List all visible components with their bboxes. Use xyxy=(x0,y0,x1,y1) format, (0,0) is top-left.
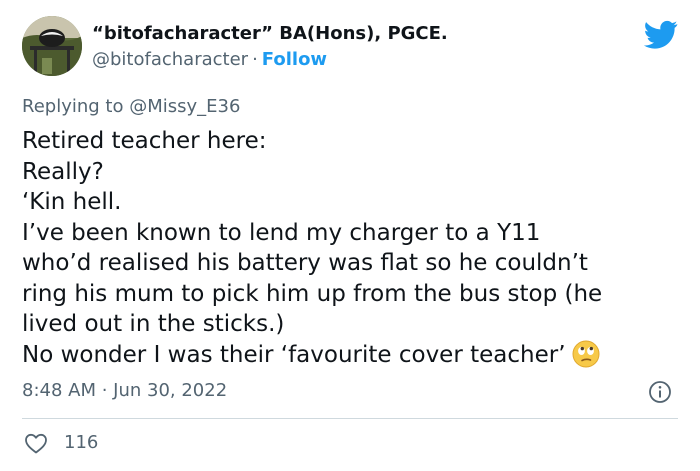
author-block: “bitofacharacter” BA(Hons), PGCE. @bitof… xyxy=(92,22,448,72)
separator-dot: · xyxy=(252,49,258,70)
divider xyxy=(22,418,678,419)
tweet-text-last-line: No wonder I was their ‘favourite cover t… xyxy=(22,340,682,377)
reply-mention-link[interactable]: @Missy_E36 xyxy=(129,96,240,117)
twitter-bird-icon[interactable] xyxy=(644,20,678,50)
tweet-text-line: Retired teacher here: xyxy=(22,128,267,154)
replying-to-label: Replying to xyxy=(22,96,124,117)
info-icon[interactable] xyxy=(648,380,672,404)
tweet-text-line: lived out in the sticks.) xyxy=(22,311,285,337)
tweet-text-line: Really? xyxy=(22,158,104,185)
face-with-rolling-eyes-icon xyxy=(572,340,600,377)
avatar-image xyxy=(22,16,82,76)
replying-to: Replying to @Missy_E36 xyxy=(22,96,240,118)
follow-button[interactable]: Follow xyxy=(262,49,327,70)
tweet-text-line: ring his mum to pick him up from the bus… xyxy=(22,280,603,307)
tweet-text-line: ‘Kin hell. xyxy=(22,189,122,215)
tweet-text-line: who’d realised his battery was flat so h… xyxy=(22,250,588,276)
heart-outline-icon[interactable] xyxy=(24,432,48,454)
like-count: 116 xyxy=(64,432,99,453)
tweet-header: “bitofacharacter” BA(Hons), PGCE. @bitof… xyxy=(22,16,678,80)
tweet-text-line: No wonder I was their ‘favourite cover t… xyxy=(22,341,566,368)
tweet-text-line: I’ve been known to lend my charger to a … xyxy=(22,219,541,246)
tweet-card: “bitofacharacter” BA(Hons), PGCE. @bitof… xyxy=(0,0,700,471)
avatar[interactable] xyxy=(22,16,82,76)
author-display-name[interactable]: “bitofacharacter” BA(Hons), PGCE. xyxy=(92,22,448,46)
author-handle[interactable]: @bitofacharacter xyxy=(92,49,248,70)
tweet-text: Retired teacher here: Really? ‘Kin hell.… xyxy=(22,126,682,376)
tweet-timestamp[interactable]: 8:48 AM · Jun 30, 2022 xyxy=(22,380,227,402)
handle-row: @bitofacharacter · Follow xyxy=(92,48,448,72)
